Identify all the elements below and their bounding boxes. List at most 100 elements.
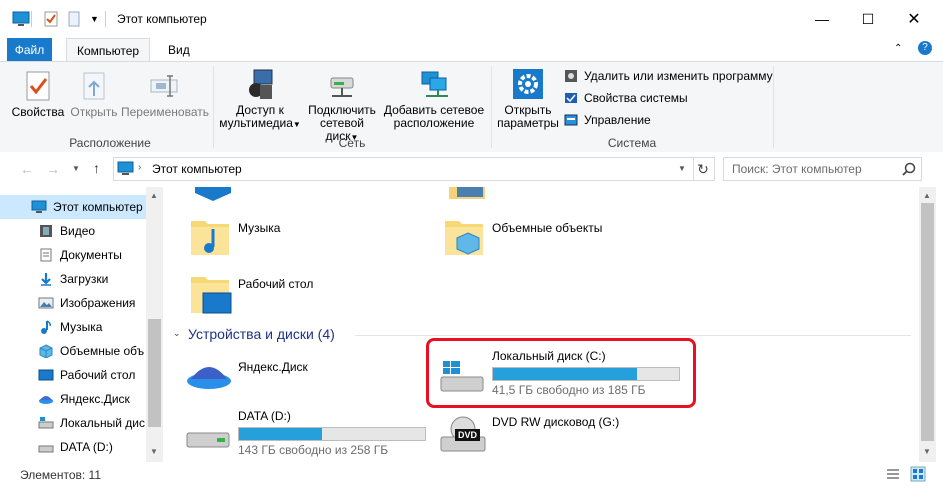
folder-icon xyxy=(449,187,485,199)
sidebar-item-desktop[interactable]: Рабочий стол xyxy=(0,363,146,387)
pictures-icon xyxy=(38,297,54,309)
group-label-location: Расположение xyxy=(69,136,151,150)
computer-icon xyxy=(117,161,134,175)
drive-usage-fill xyxy=(493,368,638,380)
scrollbar-thumb[interactable] xyxy=(921,203,934,441)
tab-file[interactable]: Файл xyxy=(7,38,52,62)
folder-desktop[interactable]: Рабочий стол xyxy=(189,269,419,317)
forward-arrow-icon[interactable]: → xyxy=(46,161,60,177)
content-scrollbar[interactable]: ▲ ▼ xyxy=(919,187,936,462)
tab-computer[interactable]: Компьютер xyxy=(66,38,151,62)
media-access-button[interactable]: Доступ к мультимедиа▼ xyxy=(218,68,302,131)
rename-button[interactable]: Переименовать xyxy=(121,70,209,119)
sidebar-item-this-pc[interactable]: Этот компьютер xyxy=(0,195,146,219)
group-separator xyxy=(773,66,774,148)
drive-icon xyxy=(186,432,230,448)
sidebar-item-video[interactable]: Видео xyxy=(0,219,146,243)
sidebar-item-music[interactable]: Музыка xyxy=(0,315,146,339)
dvd-badge: DVD xyxy=(455,429,481,441)
scrollbar-thumb[interactable] xyxy=(148,319,161,427)
local-disk-icon xyxy=(38,417,54,429)
uninstall-program-button[interactable]: Удалить или изменить программу xyxy=(564,66,773,86)
3d-objects-folder-icon xyxy=(445,221,483,255)
folder-3d-objects[interactable]: Объемные объекты xyxy=(443,213,673,261)
open-settings-button[interactable]: Открыть параметры xyxy=(496,68,560,130)
properties-quick-icon[interactable] xyxy=(44,10,58,28)
sidebar-item-pictures[interactable]: Изображения xyxy=(0,291,146,315)
3d-objects-icon xyxy=(39,344,53,358)
ribbon: Свойства Открыть Переименовать Расположе… xyxy=(0,61,943,153)
search-icon xyxy=(902,162,916,176)
network-location-icon xyxy=(418,68,450,100)
sidebar-scrollbar[interactable]: ▲ ▼ xyxy=(146,187,163,462)
scroll-down-icon[interactable]: ▼ xyxy=(923,447,931,456)
large-icons-view-icon[interactable] xyxy=(910,466,926,482)
window-computer-icon xyxy=(12,10,30,28)
sidebar-item-yandex-disk[interactable]: Яндекс.Диск xyxy=(0,387,146,411)
sidebar-item-3d-objects[interactable]: Объемные объ xyxy=(0,339,146,363)
device-yandex-disk[interactable]: Яндекс.Диск xyxy=(185,355,415,399)
music-folder-icon xyxy=(191,221,229,255)
map-network-drive-button[interactable]: Подключить сетевой диск▼ xyxy=(302,68,382,144)
sidebar-item-downloads[interactable]: Загрузки xyxy=(0,267,146,291)
refresh-button[interactable]: ↻ xyxy=(692,157,715,181)
properties-icon xyxy=(22,70,54,102)
window-title: Этот компьютер xyxy=(117,12,207,26)
devices-group-header[interactable]: Устройства и диски (4) xyxy=(188,326,335,342)
sidebar-item-data-drive[interactable]: DATA (D:) xyxy=(0,435,146,459)
navigation-pane: Этот компьютер Видео Документы Загрузки … xyxy=(0,187,146,462)
details-view-icon[interactable] xyxy=(886,467,900,481)
add-network-location-button[interactable]: Добавить сетевое расположение xyxy=(383,68,485,130)
up-arrow-icon[interactable]: ↑ xyxy=(93,160,100,176)
new-folder-quick-icon[interactable] xyxy=(68,10,80,28)
ribbon-tabs: Файл Компьютер Вид ⌃ ? xyxy=(0,38,943,62)
yandex-disk-icon xyxy=(187,367,231,389)
group-divider xyxy=(355,335,911,336)
drive-usage-bar xyxy=(238,427,426,441)
desktop-icon xyxy=(38,369,54,381)
collapse-group-icon[interactable]: ⌄ xyxy=(173,328,181,339)
settings-gear-icon xyxy=(512,68,544,100)
device-data-drive[interactable]: DATA (D:) 143 ГБ свободно из 258 ГБ xyxy=(185,409,426,459)
file-view: Музыка Объемные объекты Рабочий стол ⌄ У… xyxy=(163,187,919,462)
address-dropdown-icon[interactable]: ▼ xyxy=(678,164,686,173)
close-button[interactable]: ✕ xyxy=(891,0,937,38)
sidebar-item-local-disk[interactable]: Локальный дис xyxy=(0,411,146,435)
properties-button[interactable]: Свойства xyxy=(10,70,66,119)
address-bar[interactable]: › Этот компьютер ▼ xyxy=(113,157,694,181)
documents-icon xyxy=(40,248,52,262)
desktop-folder-icon xyxy=(191,277,232,314)
help-icon[interactable]: ? xyxy=(918,41,932,55)
manage-button[interactable]: Управление xyxy=(564,110,651,130)
tab-view[interactable]: Вид xyxy=(158,38,200,62)
collapse-ribbon-icon[interactable]: ⌃ xyxy=(894,43,902,54)
system-properties-button[interactable]: Свойства системы xyxy=(564,88,688,108)
system-properties-icon xyxy=(565,93,577,103)
video-icon xyxy=(40,225,52,237)
uninstall-icon xyxy=(565,70,577,82)
scroll-up-icon[interactable]: ▲ xyxy=(150,191,158,200)
breadcrumb-separator-icon: › xyxy=(138,162,142,173)
back-arrow-icon[interactable]: ← xyxy=(20,161,34,177)
windows-drive-icon xyxy=(440,361,484,392)
scroll-up-icon[interactable]: ▲ xyxy=(923,191,931,200)
minimize-button[interactable]: — xyxy=(799,0,845,38)
folder-music[interactable]: Музыка xyxy=(189,213,419,261)
search-placeholder: Поиск: Этот компьютер xyxy=(732,162,862,176)
open-button[interactable]: Открыть xyxy=(68,70,120,119)
sidebar-item-documents[interactable]: Документы xyxy=(0,243,146,267)
search-input[interactable]: Поиск: Этот компьютер xyxy=(723,157,922,181)
maximize-button[interactable]: ☐ xyxy=(845,0,891,38)
customize-quick-access-icon[interactable]: ▼ xyxy=(90,10,99,28)
recent-locations-icon[interactable]: ▼ xyxy=(72,164,80,173)
group-label-system: Система xyxy=(607,136,657,150)
rename-icon xyxy=(148,70,180,102)
item-count: Элементов: 11 xyxy=(20,468,101,482)
scroll-down-icon[interactable]: ▼ xyxy=(150,447,158,456)
device-local-disk-c[interactable]: Локальный диск (C:) 41,5 ГБ свободно из … xyxy=(439,349,689,399)
computer-icon xyxy=(31,200,47,213)
drive-usage-bar xyxy=(492,367,680,381)
device-dvd-drive[interactable]: DVD DVD RW дисковод (G:) xyxy=(439,415,689,459)
folder-icon xyxy=(195,187,231,201)
breadcrumb[interactable]: Этот компьютер xyxy=(152,162,242,176)
